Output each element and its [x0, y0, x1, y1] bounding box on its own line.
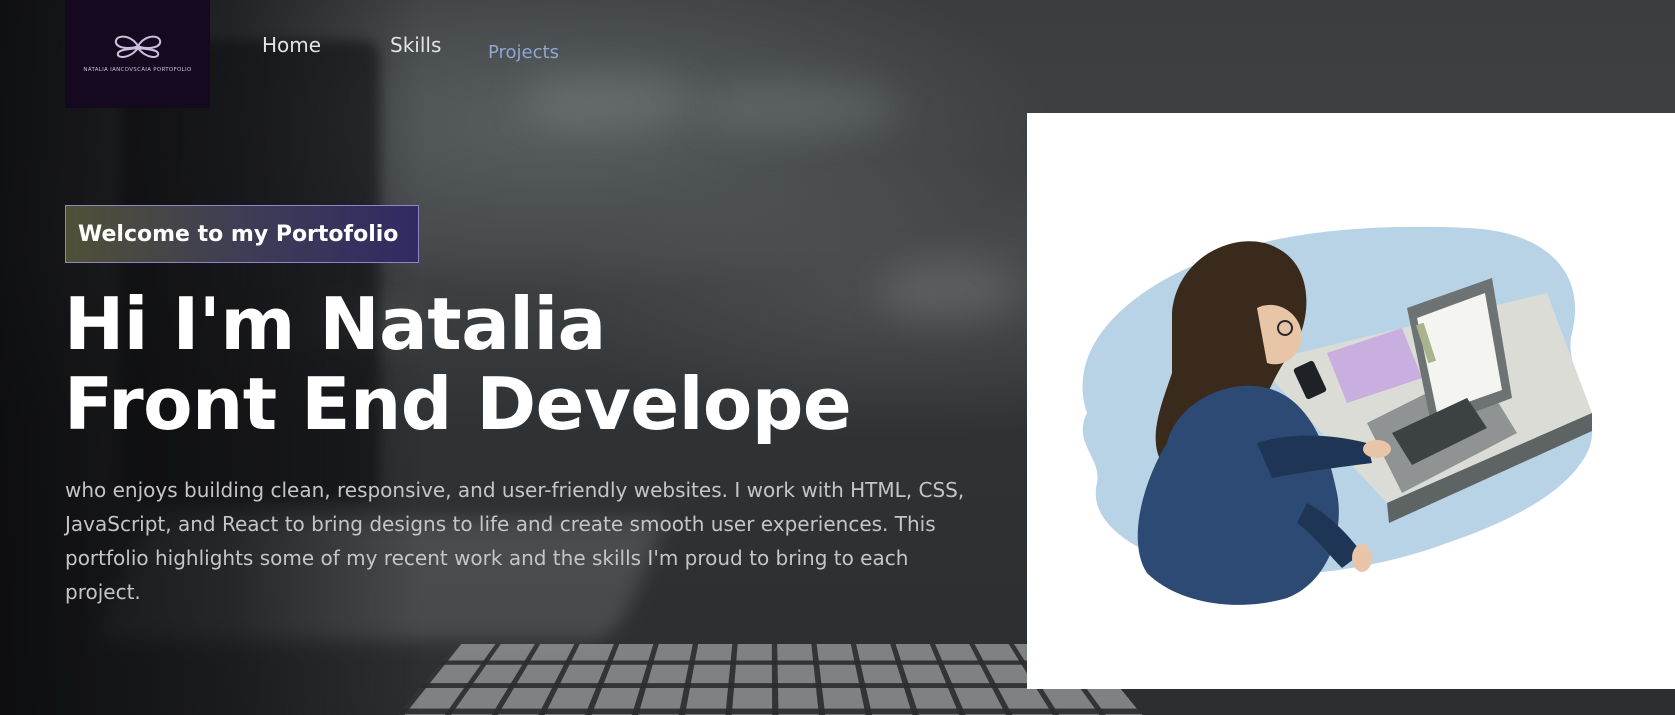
woman-at-laptop-illustration [1082, 226, 1593, 605]
logo-link[interactable]: NATALIA IANCOVSCAIA PORTOFOLIO [65, 0, 210, 108]
hero-title: Hi I'm Natalia Front End Develope [64, 284, 964, 444]
butterfly-logo-icon [114, 35, 161, 58]
hero-title-line-2: Front End Develope [64, 362, 852, 446]
hero-description: who enjoys building clean, responsive, a… [65, 478, 965, 604]
developer-illustration [1027, 113, 1675, 689]
welcome-badge: Welcome to my Portofolio [65, 205, 419, 263]
hero-title-line-1: Hi I'm Natalia [64, 282, 606, 366]
nav-skills-link[interactable]: Skills [390, 33, 441, 57]
nav-home-link[interactable]: Home [262, 33, 321, 57]
nav-projects-link[interactable]: Projects [488, 42, 559, 63]
logo-text: NATALIA IANCOVSCAIA PORTOFOLIO [83, 67, 192, 73]
